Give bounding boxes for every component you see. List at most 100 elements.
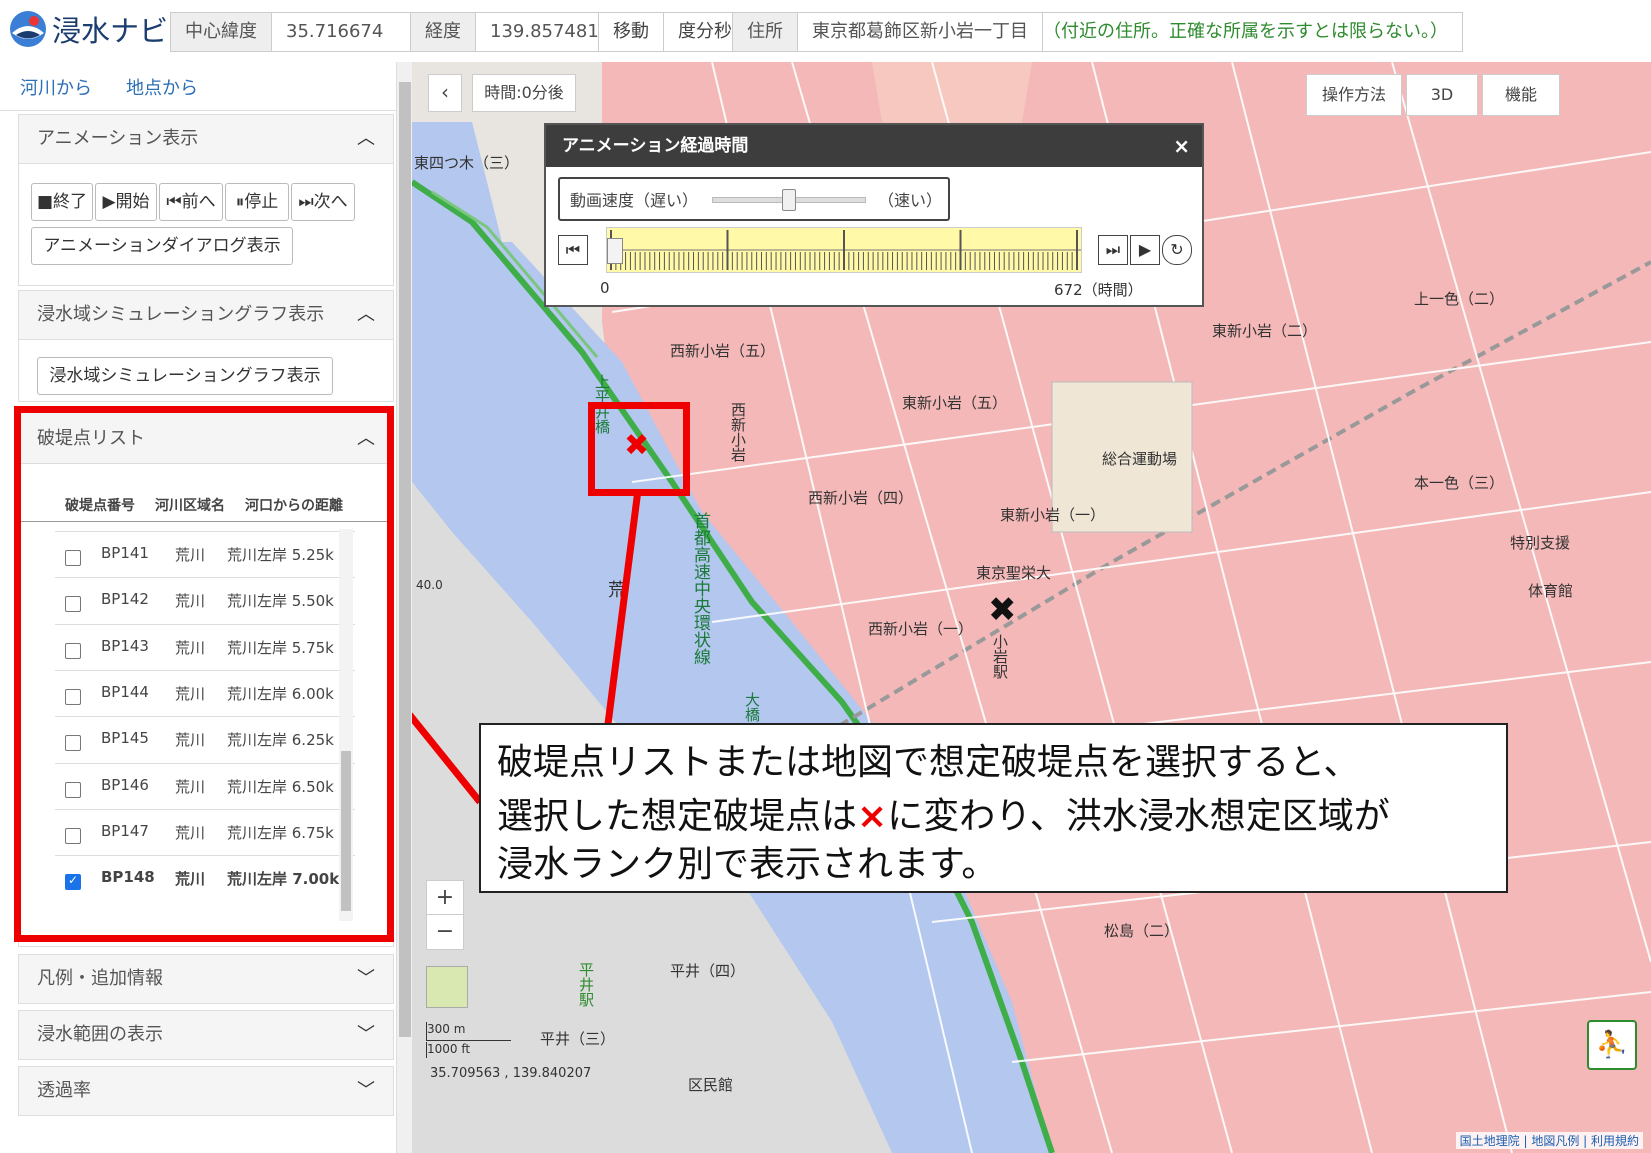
graph-panel-title: 浸水域シミュレーショングラフ表示 — [37, 304, 325, 325]
time-end-label: 672（時間） — [1054, 281, 1143, 299]
graph-panel-header[interactable]: 浸水域シミュレーショングラフ表示 ︿ — [19, 291, 393, 340]
map-canvas[interactable]: 西新小岩（五） 東新小岩（五） 西新小岩（四） 東新小岩（一） 東京聖栄大 西新… — [412, 62, 1651, 1153]
latitude-label: 中心緯度 — [171, 13, 272, 51]
timeline-track[interactable] — [606, 227, 1082, 273]
map-label: 上一色（二） — [1414, 290, 1505, 308]
elevation-label: 40.0 — [416, 578, 443, 592]
map-label: 東京聖栄大 — [976, 564, 1052, 582]
address-value: 東京都葛飾区新小岩一丁目 — [798, 13, 1043, 51]
sidebar-tabs: 河川から 地点から — [0, 62, 412, 111]
map-label: 首都高速中央環状線 — [690, 512, 710, 665]
longitude-value[interactable]: 139.857481 — [476, 13, 599, 51]
chevron-up-icon: ︿ — [357, 128, 375, 149]
time-start-label: 0 — [600, 279, 610, 297]
sidebar-scroll-thumb[interactable] — [399, 82, 411, 1037]
scale-bar-m: 300 m — [426, 1022, 511, 1041]
location-marker-icon: ✖ — [988, 590, 1017, 630]
app-logo[interactable]: 浸水ナビ — [8, 8, 168, 50]
breach-point-icon[interactable]: ✖ — [624, 428, 649, 463]
animation-dialog: アニメーション経過時間 × 動画速度（遅い） （速い） ⏮ ⏭ ▶ ↻ 0 67… — [544, 123, 1204, 307]
anim-pause-button[interactable]: ⏸停止 — [225, 183, 289, 221]
back-icon[interactable]: ‹ — [428, 74, 462, 112]
coordinate-bar: 中心緯度 35.716674 経度 139.857481 移動 度分秒 — [170, 12, 747, 52]
zoom-out-button[interactable]: − — [426, 914, 464, 950]
anim-start-button[interactable]: ▶開始 — [95, 183, 157, 221]
range-panel: 浸水範囲の表示 ﹀ — [18, 1010, 394, 1060]
speed-slow-label: 動画速度（遅い） — [570, 191, 699, 210]
annotation-line-2a: 選択した想定破堤点は — [497, 796, 858, 837]
highlight-bp-list — [14, 406, 394, 942]
animation-panel-header[interactable]: アニメーション表示 ︿ — [19, 115, 393, 164]
map-label: 西新小岩（一） — [868, 620, 974, 638]
sidebar-scrollbar[interactable] — [396, 62, 413, 1153]
help-button[interactable]: 操作方法 — [1306, 74, 1402, 116]
map-label: 東新小岩（一） — [1000, 506, 1106, 524]
anim-dialog-button[interactable]: アニメーションダイアログ表示 — [31, 227, 293, 265]
app-title: 浸水ナビ — [52, 14, 169, 48]
address-label: 住所 — [733, 13, 798, 51]
map-label: 体育館 — [1528, 582, 1574, 600]
cursor-coords: 35.709563 , 139.840207 — [430, 1066, 592, 1081]
close-icon[interactable]: × — [1173, 125, 1190, 167]
sidebar: 河川から 地点から アニメーション表示 ︿ ■終了 ▶開始 ⏮前へ ⏸停止 ⏭次… — [0, 62, 413, 1153]
zoom-in-button[interactable]: + — [426, 880, 464, 916]
speed-control: 動画速度（遅い） （速い） — [558, 177, 950, 221]
map-label: 特別支援 — [1510, 534, 1571, 552]
annotation-box: 破堤点リストまたは地図で想定破堤点を選択すると、 選択した想定破堤点は×に変わり… — [479, 723, 1508, 893]
skip-start-icon[interactable]: ⏮ — [558, 235, 588, 265]
map-label: 西新小岩 — [729, 402, 747, 462]
annotation-x-mark: × — [857, 796, 888, 837]
time-indicator: 時間:0分後 — [472, 74, 576, 112]
annotation-line-1: 破堤点リストまたは地図で想定破堤点を選択すると、 — [497, 742, 1360, 783]
map-label: 西新小岩（五） — [670, 342, 776, 360]
map-label: 大橋 — [743, 692, 761, 722]
animation-panel: アニメーション表示 ︿ ■終了 ▶開始 ⏮前へ ⏸停止 ⏭次へ アニメーションダ… — [18, 114, 394, 286]
tab-river[interactable]: 河川から — [20, 74, 92, 100]
range-panel-title: 浸水範囲の表示 — [37, 1024, 163, 1045]
map-label: 荒 — [608, 580, 626, 601]
chevron-down-icon: ﹀ — [357, 1080, 375, 1101]
opacity-panel-header[interactable]: 透過率 ﹀ — [19, 1067, 393, 1115]
anim-next-button[interactable]: ⏭次へ — [291, 183, 355, 221]
move-button[interactable]: 移動 — [599, 13, 664, 51]
repeat-icon[interactable]: ↻ — [1162, 235, 1192, 265]
layer-thumbnail-icon[interactable] — [426, 966, 468, 1008]
map-label: 東新小岩（二） — [1212, 322, 1318, 340]
skip-end-icon[interactable]: ⏭ — [1098, 235, 1128, 265]
chevron-down-icon: ﹀ — [357, 968, 375, 989]
annotation-line-2b: に変わり、洪水浸水想定区域が — [887, 796, 1390, 837]
annotation-line-2: 選択した想定破堤点は×に変わり、洪水浸水想定区域が — [497, 787, 1390, 839]
annotation-line-3: 浸水ランク別で表示されます。 — [497, 844, 998, 885]
3d-button[interactable]: 3D — [1406, 74, 1478, 116]
evacuation-icon[interactable]: ⛹ — [1587, 1020, 1637, 1070]
range-panel-header[interactable]: 浸水範囲の表示 ﹀ — [19, 1011, 393, 1059]
play-icon[interactable]: ▶ — [1130, 235, 1160, 265]
header: 浸水ナビ 中心緯度 35.716674 経度 139.857481 移動 度分秒… — [0, 0, 1651, 62]
latitude-value[interactable]: 35.716674 — [272, 13, 411, 51]
graph-button[interactable]: 浸水域シミュレーショングラフ表示 — [37, 357, 333, 395]
opacity-panel-title: 透過率 — [37, 1080, 91, 1101]
chevron-up-icon: ︿ — [357, 304, 375, 325]
features-button[interactable]: 機能 — [1482, 74, 1560, 116]
map-label: 東新小岩（五） — [902, 394, 1008, 412]
logo-icon — [8, 9, 48, 49]
speed-slider-thumb[interactable] — [782, 189, 796, 211]
map-attribution[interactable]: 国土地理院 | 地図凡例 | 利用規約 — [1455, 1132, 1643, 1149]
address-note: （付近の住所。正確な所属を示すとは限らない。） — [1043, 21, 1448, 42]
graph-panel: 浸水域シミュレーショングラフ表示 ︿ 浸水域シミュレーショングラフ表示 — [18, 290, 394, 402]
animation-dialog-header[interactable]: アニメーション経過時間 × — [546, 125, 1202, 167]
map-label: 平井駅 — [577, 962, 595, 1007]
legend-panel-title: 凡例・追加情報 — [37, 968, 163, 989]
scale-ft-label: 1000 ft — [427, 1042, 471, 1056]
map-label: 西新小岩（四） — [808, 489, 914, 507]
opacity-panel: 透過率 ﹀ — [18, 1066, 394, 1116]
anim-prev-button[interactable]: ⏮前へ — [159, 183, 223, 221]
legend-panel-header[interactable]: 凡例・追加情報 ﹀ — [19, 955, 393, 1003]
timeline-thumb[interactable] — [607, 238, 623, 264]
map-label: 松島（二） — [1104, 922, 1180, 940]
tab-location[interactable]: 地点から — [126, 74, 198, 100]
chevron-down-icon: ﹀ — [357, 1024, 375, 1045]
address-bar: 住所 東京都葛飾区新小岩一丁目 （付近の住所。正確な所属を示すとは限らない。） — [732, 12, 1463, 52]
animation-dialog-title: アニメーション経過時間 — [562, 136, 749, 156]
anim-stop-button[interactable]: ■終了 — [31, 183, 93, 221]
